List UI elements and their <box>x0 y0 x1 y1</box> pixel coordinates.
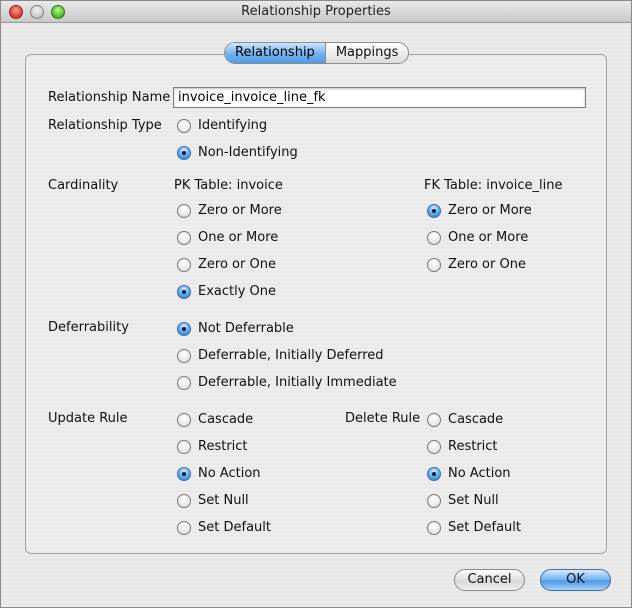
radio-label: Zero or More <box>198 203 282 218</box>
radio-label: Restrict <box>198 439 248 454</box>
radio-button-icon <box>427 439 441 454</box>
radio-button-icon <box>177 412 191 427</box>
radio-label: One or More <box>448 230 529 245</box>
radio-button-icon <box>177 257 191 272</box>
radio-identifying[interactable]: Identifying <box>177 118 267 133</box>
fk-table-label: FK Table: invoice_line <box>424 178 563 193</box>
radio-label: Set Null <box>448 493 499 508</box>
radio-fk-one-or-more[interactable]: One or More <box>427 230 528 245</box>
tab-bar: Relationship Mappings <box>224 42 410 64</box>
delete-rule-label: Delete Rule <box>345 411 421 426</box>
tab-mappings[interactable]: Mappings <box>326 43 409 63</box>
radio-label: One or More <box>198 230 279 245</box>
radio-label: Restrict <box>448 439 498 454</box>
cardinality-label: Cardinality <box>48 178 119 193</box>
radio-label: Not Deferrable <box>198 321 294 336</box>
radio-button-icon <box>177 348 191 363</box>
radio-deferrable-initially-immediate[interactable]: Deferrable, Initially Immediate <box>177 375 397 390</box>
radio-label: Set Default <box>198 520 271 535</box>
radio-label: Cascade <box>198 412 254 427</box>
radio-label: Cascade <box>448 412 504 427</box>
radio-button-icon <box>177 520 191 535</box>
radio-button-selected-icon <box>177 284 191 299</box>
pk-table-label: PK Table: invoice <box>174 178 283 193</box>
radio-update-no-action[interactable]: No Action <box>177 466 261 481</box>
radio-button-selected-icon <box>177 466 191 481</box>
radio-button-icon <box>427 257 441 272</box>
radio-button-selected-icon <box>427 466 441 481</box>
radio-button-icon <box>427 493 441 508</box>
radio-label: Identifying <box>198 118 268 133</box>
radio-fk-zero-or-more[interactable]: Zero or More <box>427 203 532 218</box>
radio-label: Zero or One <box>198 257 276 272</box>
radio-delete-cascade[interactable]: Cascade <box>427 412 503 427</box>
radio-button-selected-icon <box>177 321 191 336</box>
update-rule-label: Update Rule <box>48 411 128 426</box>
radio-button-icon <box>427 520 441 535</box>
radio-delete-set-default[interactable]: Set Default <box>427 520 521 535</box>
radio-delete-no-action[interactable]: No Action <box>427 466 511 481</box>
radio-pk-one-or-more[interactable]: One or More <box>177 230 278 245</box>
radio-label: Set Default <box>448 520 521 535</box>
window-title: Relationship Properties <box>241 4 391 19</box>
radio-label: Deferrable, Initially Immediate <box>198 375 397 390</box>
radio-deferrable-initially-deferred[interactable]: Deferrable, Initially Deferred <box>177 348 384 363</box>
radio-not-deferrable[interactable]: Not Deferrable <box>177 321 294 336</box>
relationship-properties-window: Relationship Properties Relationship Map… <box>0 0 632 608</box>
ok-button[interactable]: OK <box>540 569 611 591</box>
radio-label: Zero or More <box>448 203 532 218</box>
radio-update-cascade[interactable]: Cascade <box>177 412 253 427</box>
radio-delete-set-null[interactable]: Set Null <box>427 493 499 508</box>
radio-update-set-null[interactable]: Set Null <box>177 493 249 508</box>
radio-button-icon <box>177 493 191 508</box>
radio-button-icon <box>427 412 441 427</box>
radio-button-icon <box>177 439 191 454</box>
radio-pk-exactly-one[interactable]: Exactly One <box>177 284 276 299</box>
radio-label: Exactly One <box>198 284 277 299</box>
relationship-name-label: Relationship Name <box>48 90 171 105</box>
deferrability-label: Deferrability <box>48 320 129 335</box>
radio-delete-restrict[interactable]: Restrict <box>427 439 498 454</box>
radio-label: No Action <box>448 466 511 481</box>
relationship-type-label: Relationship Type <box>48 118 162 133</box>
radio-button-icon <box>427 230 441 245</box>
radio-pk-zero-or-one[interactable]: Zero or One <box>177 257 276 272</box>
radio-button-selected-icon <box>427 203 441 218</box>
radio-update-set-default[interactable]: Set Default <box>177 520 271 535</box>
radio-label: Zero or One <box>448 257 526 272</box>
cancel-button[interactable]: Cancel <box>454 569 525 591</box>
radio-label: Set Null <box>198 493 249 508</box>
radio-button-icon <box>177 203 191 218</box>
radio-button-selected-icon <box>177 145 191 160</box>
radio-label: No Action <box>198 466 261 481</box>
radio-update-restrict[interactable]: Restrict <box>177 439 248 454</box>
tab-relationship[interactable]: Relationship <box>225 43 326 63</box>
radio-label: Non-Identifying <box>198 145 298 160</box>
radio-label: Deferrable, Initially Deferred <box>198 348 384 363</box>
title-bar: Relationship Properties <box>1 1 631 23</box>
radio-fk-zero-or-one[interactable]: Zero or One <box>427 257 526 272</box>
radio-button-icon <box>177 375 191 390</box>
radio-button-icon <box>177 118 191 133</box>
radio-non-identifying[interactable]: Non-Identifying <box>177 145 298 160</box>
radio-button-icon <box>177 230 191 245</box>
radio-pk-zero-or-more[interactable]: Zero or More <box>177 203 282 218</box>
relationship-name-input[interactable] <box>173 87 586 108</box>
